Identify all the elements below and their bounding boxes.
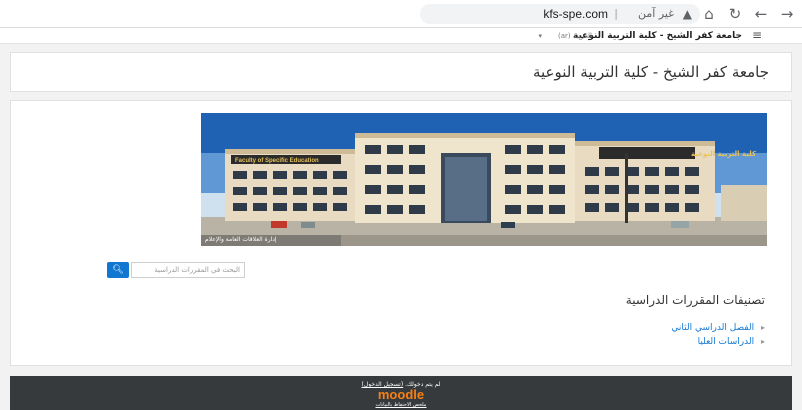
reload-icon[interactable]: ↻	[724, 3, 746, 25]
page-footer: لم يتم دخولك. (تسجيل الدخول) moodle ملخص…	[10, 376, 792, 410]
search-button[interactable]: 🔍︎	[107, 262, 129, 278]
page-title: جامعة كفر الشيخ - كلية التربية النوعية	[532, 63, 769, 81]
search-icon: 🔍︎	[112, 265, 124, 275]
back-arrow-icon[interactable]: ←	[750, 3, 772, 25]
language-menu[interactable]: العربية (ar)	[558, 31, 592, 41]
forward-arrow-icon[interactable]: →	[776, 3, 798, 25]
list-item: ▸ الفصل الدراسي الثاني	[671, 321, 765, 335]
faculty-building-illustration: Faculty of Specific Education كلية الترب…	[201, 113, 767, 246]
browser-toolbar: → ← ↻ ⌂ ▲ غير آمن | kfs-spe.com	[0, 0, 802, 28]
page-header: جامعة كفر الشيخ - كلية التربية النوعية	[10, 52, 792, 92]
search-input[interactable]	[131, 262, 245, 278]
category-link[interactable]: الفصل الدراسي الثاني	[671, 323, 754, 333]
home-icon[interactable]: ⌂	[698, 3, 720, 25]
categories-heading: تصنيفات المقررات الدراسية	[625, 293, 765, 307]
scrollbar[interactable]	[794, 44, 802, 376]
list-item: ▸ الدراسات العليا	[671, 335, 765, 349]
security-label: غير آمن	[638, 7, 674, 20]
data-retention-link[interactable]: ملخص الاحتفاظ بالبيانات	[10, 402, 792, 409]
main-content: Faculty of Specific Education كلية الترب…	[10, 100, 792, 366]
site-navbar: ≡ جامعة كفر الشيخ - كلية التربية النوعية…	[0, 28, 802, 44]
category-link[interactable]: الدراسات العليا	[698, 337, 754, 347]
banner-image: Faculty of Specific Education كلية الترب…	[201, 113, 767, 246]
navbar-brand[interactable]: جامعة كفر الشيخ - كلية التربية النوعية	[573, 30, 742, 42]
url-separator: |	[614, 7, 618, 20]
bullet-icon: ▸	[760, 337, 765, 346]
category-list: ▸ الفصل الدراسي الثاني ▸ الدراسات العليا	[671, 321, 765, 349]
course-search: 🔍︎	[107, 262, 247, 278]
url-host: kfs-spe.com	[543, 7, 608, 21]
address-bar[interactable]: ▲ غير آمن | kfs-spe.com	[420, 4, 700, 24]
hamburger-menu-icon[interactable]: ≡	[750, 29, 764, 42]
warning-triangle-icon: ▲	[682, 7, 692, 21]
building-sign-right: كلية التربية النوعية	[691, 150, 757, 158]
caret-down-icon[interactable]: ▾	[538, 31, 542, 41]
bullet-icon: ▸	[760, 323, 765, 332]
banner-caption: إدارة العلاقات العامة والإعلام	[205, 236, 277, 243]
moodle-logo[interactable]: moodle	[10, 388, 792, 402]
building-sign-left: Faculty of Specific Education	[235, 158, 319, 164]
